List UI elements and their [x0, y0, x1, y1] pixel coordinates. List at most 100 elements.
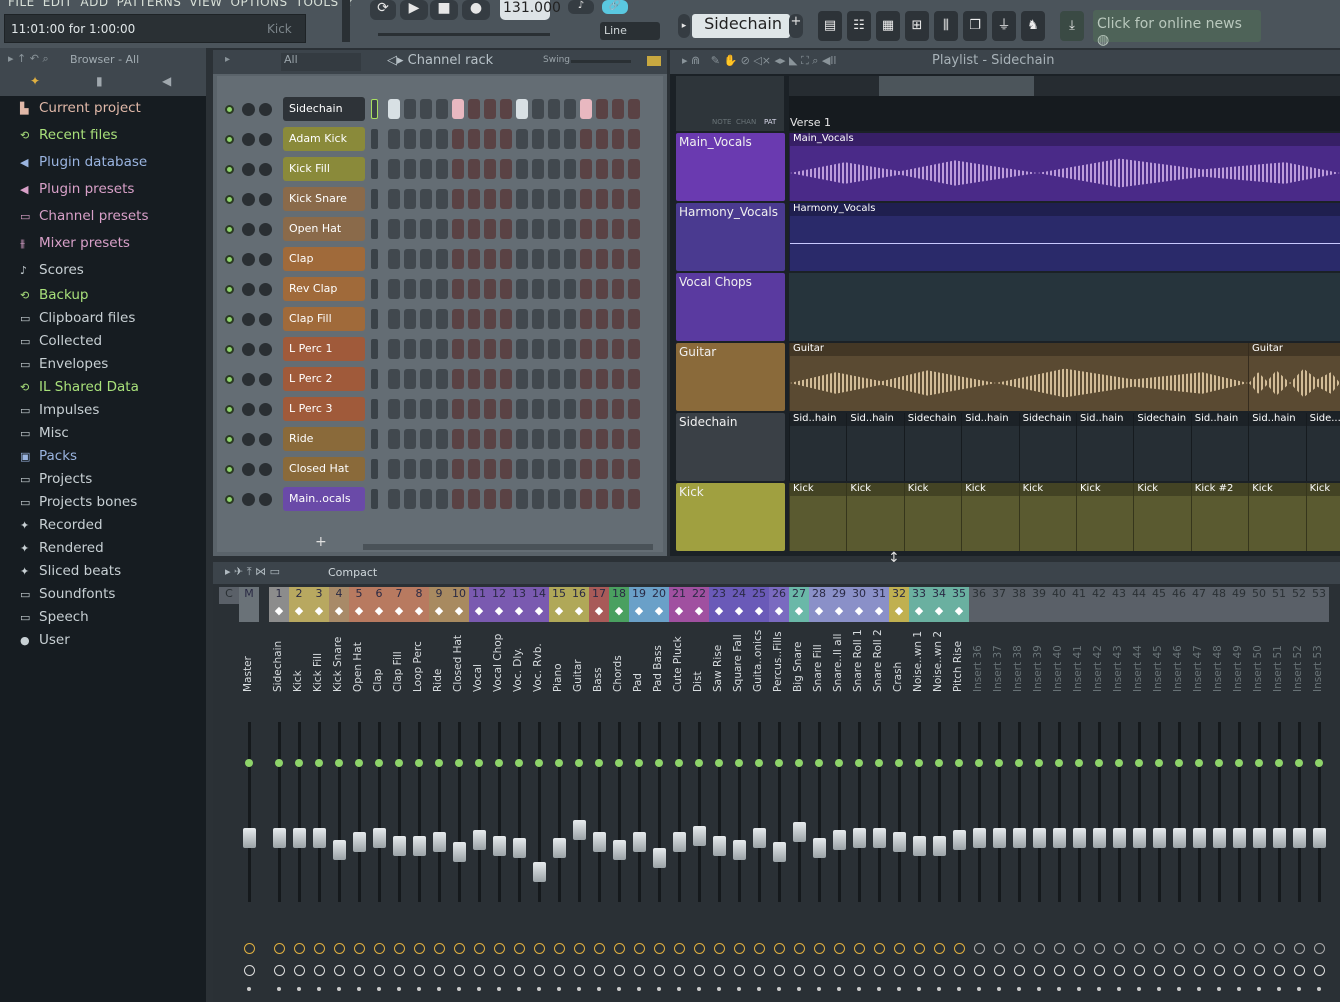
- route-dot[interactable]: [657, 987, 661, 991]
- step-button[interactable]: [468, 309, 480, 329]
- route-dot[interactable]: [417, 987, 421, 991]
- step-button[interactable]: [628, 429, 640, 449]
- step-button[interactable]: [500, 159, 512, 179]
- browser-item-envelopes[interactable]: ▭ Envelopes: [20, 356, 108, 372]
- volume-fader[interactable]: [1173, 828, 1186, 848]
- volume-fader[interactable]: [1093, 828, 1106, 848]
- mixer-insert[interactable]: 42 Insert 42: [1089, 587, 1109, 1002]
- volume-fader[interactable]: [753, 828, 766, 848]
- step-button[interactable]: [404, 159, 416, 179]
- stereo-separation-knob[interactable]: [854, 943, 865, 954]
- insert-enable-led[interactable]: [1175, 759, 1183, 767]
- file-icon[interactable]: ▮: [96, 74, 103, 88]
- download-icon[interactable]: ⤓: [1060, 11, 1084, 41]
- browser-item-recorded[interactable]: ✦ Recorded: [20, 517, 103, 533]
- step-button[interactable]: [420, 279, 432, 299]
- step-button[interactable]: [596, 219, 608, 239]
- stereo-separation-knob[interactable]: [1054, 943, 1065, 954]
- menu-edit[interactable]: EDIT: [43, 0, 73, 9]
- mixer-insert[interactable]: 52 Insert 52: [1289, 587, 1309, 1002]
- step-button[interactable]: [500, 129, 512, 149]
- clip[interactable]: Sid..hain: [789, 413, 847, 481]
- step-button[interactable]: [404, 369, 416, 389]
- stereo-separation-knob[interactable]: [474, 943, 485, 954]
- track-header[interactable]: Main_Vocals: [676, 133, 785, 201]
- step-button[interactable]: [436, 159, 448, 179]
- stereo-separation-knob[interactable]: [1274, 943, 1285, 954]
- step-button[interactable]: [452, 459, 464, 479]
- clip[interactable]: Sid..hain: [846, 413, 904, 481]
- mixer-insert[interactable]: 11 ◆ Vocal: [469, 587, 489, 1002]
- stereo-separation-knob[interactable]: [654, 943, 665, 954]
- channel-name-button[interactable]: Clap Fill: [283, 307, 365, 331]
- stereo-separation-knob[interactable]: [934, 943, 945, 954]
- browser-item-rendered[interactable]: ✦ Rendered: [20, 540, 104, 556]
- browser-item-projects[interactable]: ▭ Projects: [20, 471, 92, 487]
- volume-fader[interactable]: [1133, 828, 1146, 848]
- browser-item-recent-files[interactable]: ⟲ Recent files: [20, 127, 118, 143]
- step-button[interactable]: [436, 309, 448, 329]
- step-button[interactable]: [612, 309, 624, 329]
- stereo-separation-knob[interactable]: [1074, 943, 1085, 954]
- pan-knob[interactable]: [594, 965, 605, 976]
- channel-mute-led[interactable]: [225, 435, 234, 444]
- insert-enable-led[interactable]: [245, 759, 253, 767]
- stereo-separation-knob[interactable]: [244, 943, 255, 954]
- insert-enable-led[interactable]: [395, 759, 403, 767]
- metronome-icon[interactable]: ♪: [568, 0, 594, 14]
- route-dot[interactable]: [957, 987, 961, 991]
- step-button[interactable]: [484, 99, 496, 119]
- step-button[interactable]: [580, 129, 592, 149]
- stereo-separation-knob[interactable]: [494, 943, 505, 954]
- step-button[interactable]: [436, 99, 448, 119]
- route-dot[interactable]: [1177, 987, 1181, 991]
- stereo-separation-knob[interactable]: [674, 943, 685, 954]
- channel-select-indicator[interactable]: [371, 159, 378, 179]
- route-dot[interactable]: [1057, 987, 1061, 991]
- step-button[interactable]: [452, 99, 464, 119]
- pan-knob[interactable]: [1294, 965, 1305, 976]
- channel-select-indicator[interactable]: [371, 489, 378, 509]
- volume-fader[interactable]: [313, 828, 326, 848]
- pan-knob[interactable]: [1154, 965, 1165, 976]
- step-button[interactable]: [420, 369, 432, 389]
- step-button[interactable]: [436, 429, 448, 449]
- browser-item-backup[interactable]: ⟲ Backup: [20, 287, 89, 303]
- route-dot[interactable]: [557, 987, 561, 991]
- route-dot[interactable]: [697, 987, 701, 991]
- tab-chan[interactable]: CHAN: [736, 118, 756, 126]
- insert-enable-led[interactable]: [1155, 759, 1163, 767]
- insert-enable-led[interactable]: [875, 759, 883, 767]
- step-button[interactable]: [532, 429, 544, 449]
- step-button[interactable]: [420, 399, 432, 419]
- step-button[interactable]: [516, 369, 528, 389]
- step-button[interactable]: [548, 369, 560, 389]
- mixer-insert[interactable]: 20 ◆ Pad Bass: [649, 587, 669, 1002]
- route-dot[interactable]: [1017, 987, 1021, 991]
- step-button[interactable]: [500, 219, 512, 239]
- step-button[interactable]: [564, 159, 576, 179]
- browser-item-impulses[interactable]: ▭ Impulses: [20, 402, 99, 418]
- insert-enable-led[interactable]: [915, 759, 923, 767]
- channel-mute-led[interactable]: [225, 195, 234, 204]
- stereo-separation-knob[interactable]: [434, 943, 445, 954]
- menu-options[interactable]: OPTIONS: [231, 0, 288, 9]
- step-button[interactable]: [420, 489, 432, 509]
- stereo-separation-knob[interactable]: [734, 943, 745, 954]
- insert-enable-led[interactable]: [1055, 759, 1063, 767]
- step-button[interactable]: [564, 369, 576, 389]
- step-button[interactable]: [500, 369, 512, 389]
- step-button[interactable]: [420, 129, 432, 149]
- pan-knob[interactable]: [654, 965, 665, 976]
- step-button[interactable]: [468, 399, 480, 419]
- stereo-separation-knob[interactable]: [714, 943, 725, 954]
- step-button[interactable]: [420, 219, 432, 239]
- online-news-button[interactable]: Click for online news ◍: [1093, 10, 1261, 48]
- step-button[interactable]: [436, 189, 448, 209]
- track-lane[interactable]: Main_Vocals: [789, 133, 1340, 201]
- channel-name-button[interactable]: Main..ocals: [283, 487, 365, 511]
- step-button[interactable]: [484, 249, 496, 269]
- volume-knob[interactable]: [259, 223, 272, 236]
- stereo-separation-knob[interactable]: [1134, 943, 1145, 954]
- step-button[interactable]: [468, 429, 480, 449]
